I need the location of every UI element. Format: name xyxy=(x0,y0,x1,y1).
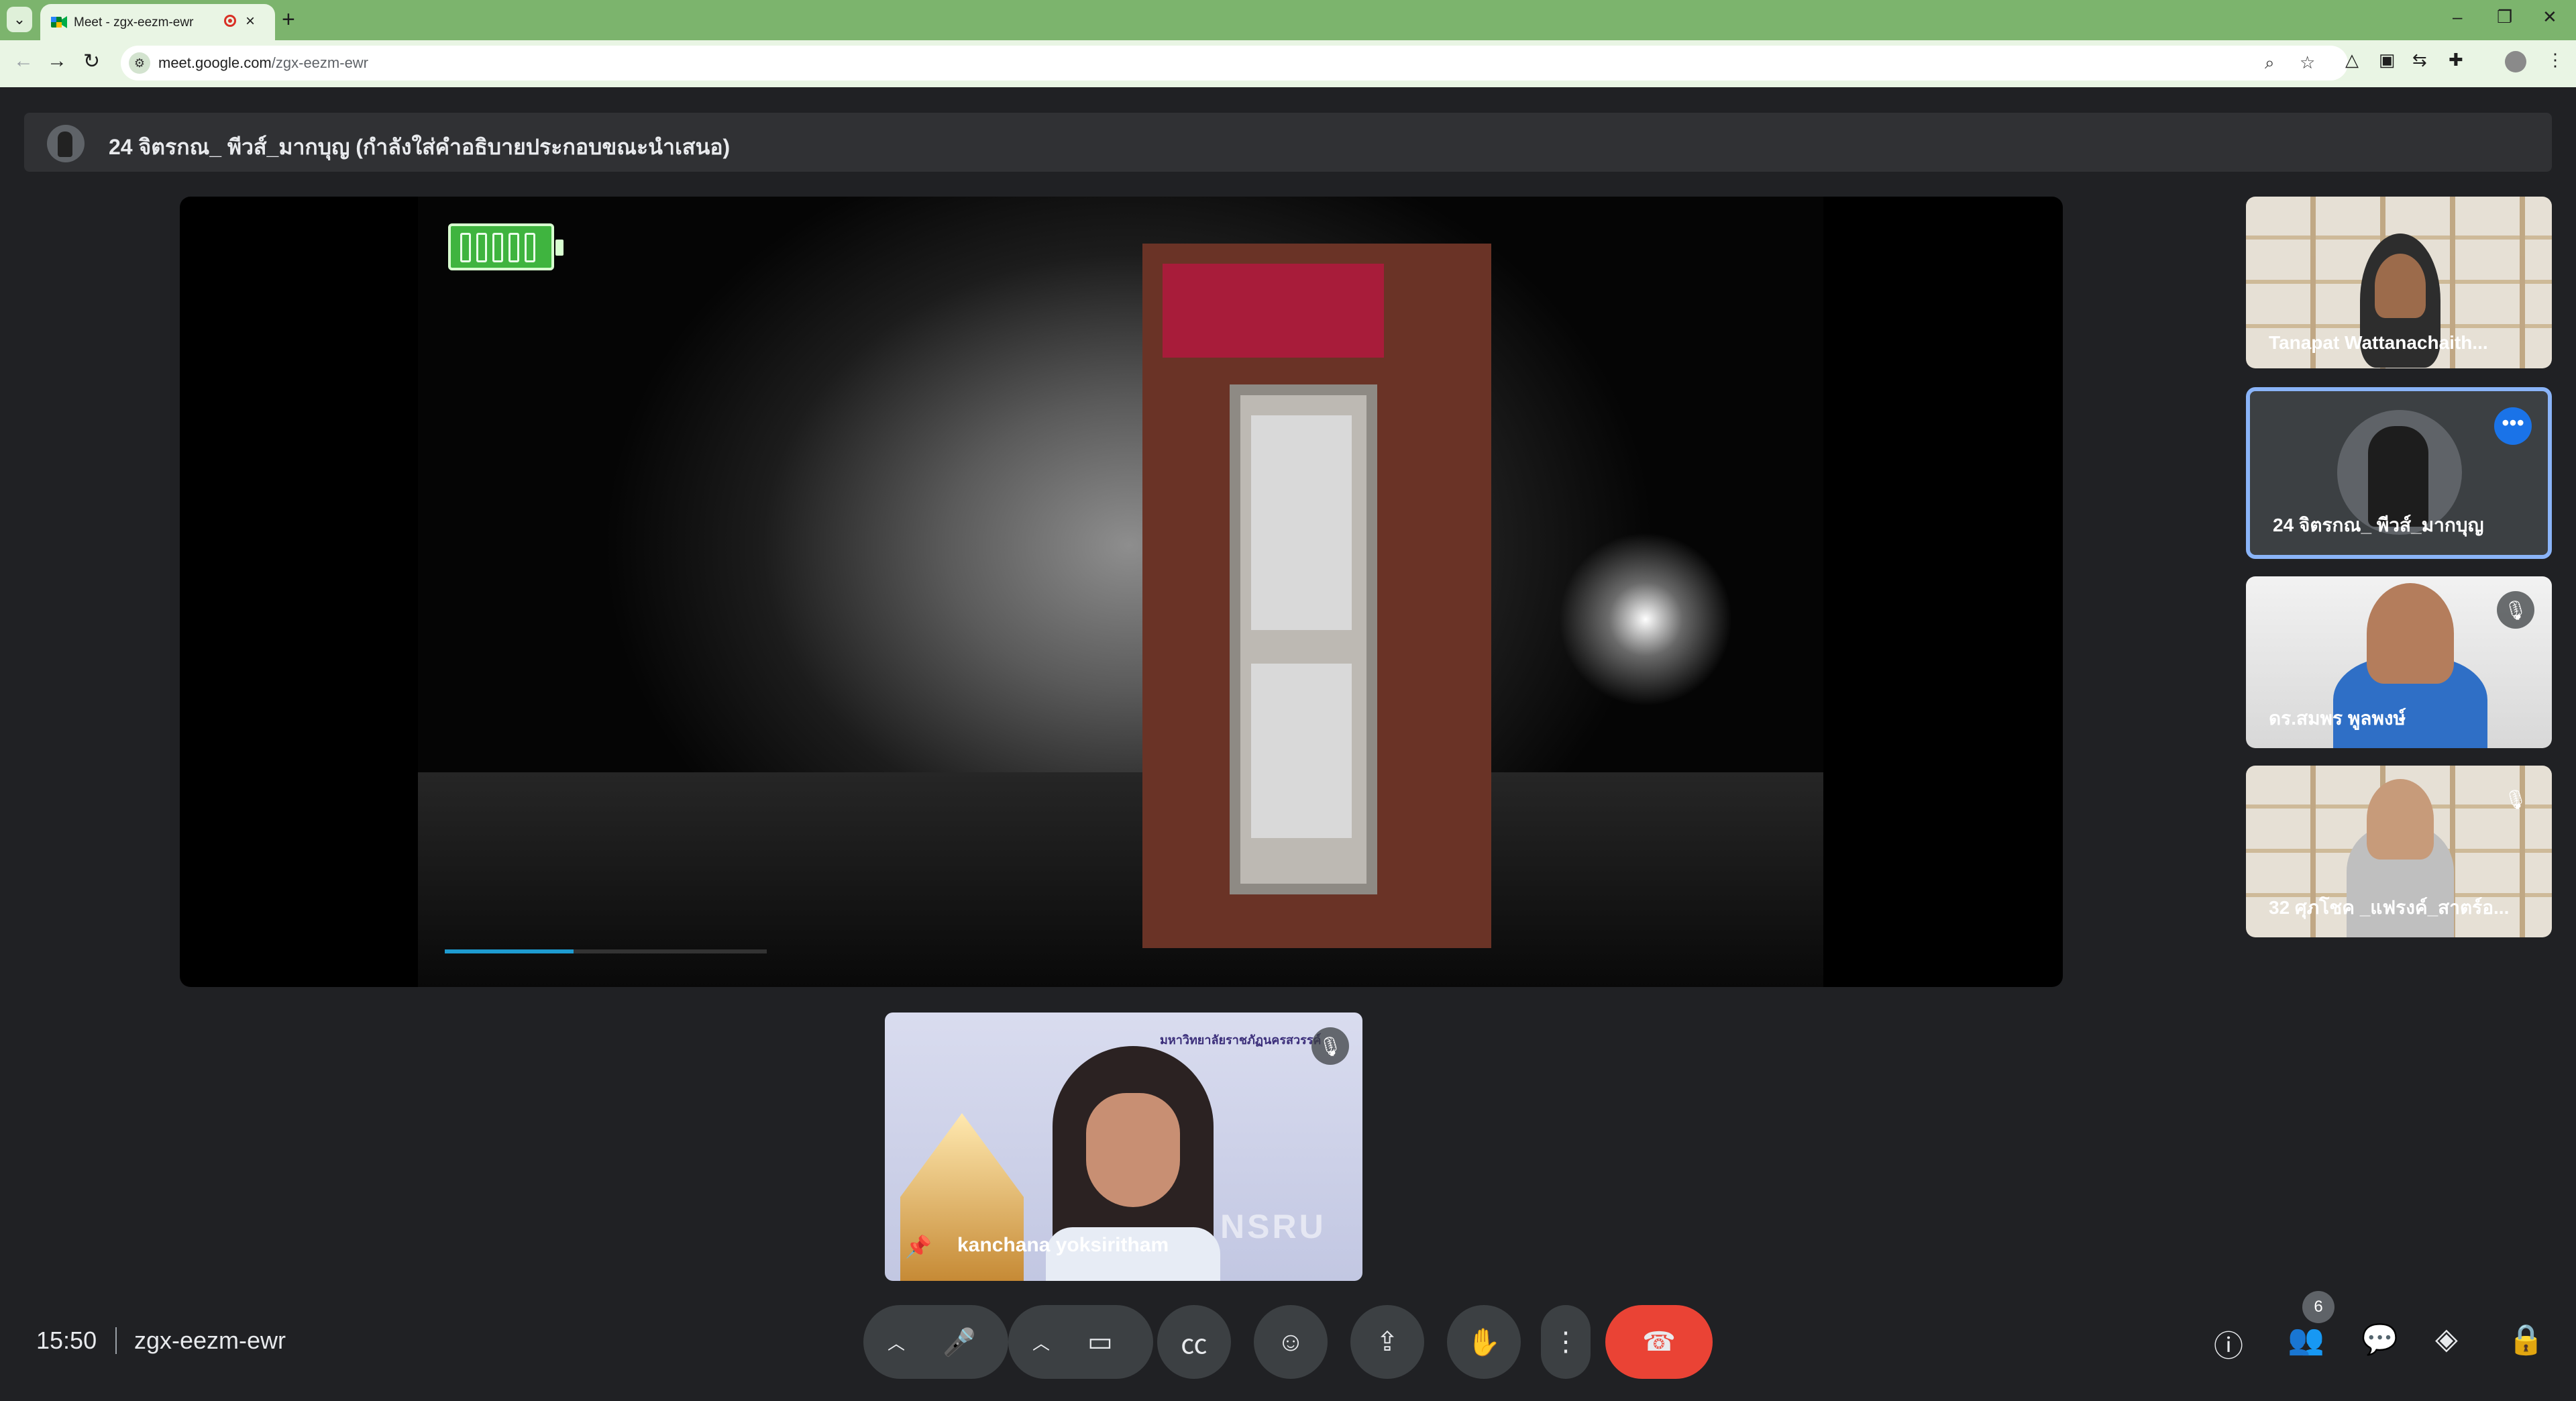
participant-tile[interactable]: 🎙 ดร.สมพร พูลพงษ์ xyxy=(2246,576,2552,748)
microphone-control: ︿ 🎤 xyxy=(863,1305,1008,1379)
presentation-stage[interactable] xyxy=(180,197,2063,987)
tab-search-chevron-icon[interactable]: ⌄ xyxy=(7,7,32,32)
profile-avatar[interactable] xyxy=(2505,51,2526,72)
more-options-button[interactable]: ⋮ xyxy=(1541,1305,1591,1379)
scene-floor xyxy=(418,772,1823,987)
site-info-icon[interactable]: ⚙ xyxy=(129,52,150,74)
translate-extension-icon[interactable]: ⇆ xyxy=(2412,50,2427,70)
url-path: /zgx-eezm-ewr xyxy=(271,54,369,71)
more-vert-icon: ⋮ xyxy=(1552,1327,1579,1357)
extensions-puzzle-icon[interactable]: ✚ xyxy=(2449,50,2463,70)
people-count-badge: 6 xyxy=(2302,1291,2334,1323)
scene-door xyxy=(1230,384,1377,894)
activities-icon[interactable]: ◈ xyxy=(2435,1322,2458,1356)
url-text[interactable]: meet.google.com/zgx-eezm-ewr xyxy=(158,54,368,72)
minimize-button[interactable]: – xyxy=(2453,7,2462,28)
mic-off-icon: 🎙 xyxy=(2497,591,2534,629)
university-logo: มหาวิทยาลัยราชภัฏนครสวรรค์ xyxy=(1160,1033,1322,1047)
mic-off-icon: 🎙 xyxy=(1311,1027,1349,1065)
camera-icon[interactable]: ▭ xyxy=(1087,1327,1113,1357)
hand-icon: ✋ xyxy=(1467,1327,1501,1357)
people-icon[interactable]: 👥 xyxy=(2288,1322,2324,1357)
present-button[interactable]: ⇪ xyxy=(1350,1305,1424,1379)
restore-button[interactable]: ❐ xyxy=(2497,7,2512,28)
reload-button[interactable]: ↻ xyxy=(83,50,100,73)
new-tab-button[interactable]: + xyxy=(282,7,295,33)
presenter-banner: 24 จิตรกณ_ พีวส์_มากบุญ (กำลังใส่คำอธิบา… xyxy=(24,113,2552,172)
presenter-banner-text: 24 จิตรกณ_ พีวส์_มากบุญ (กำลังใส่คำอธิบา… xyxy=(109,135,731,159)
bookmark-star-icon[interactable]: ☆ xyxy=(2300,52,2315,73)
microphone-icon[interactable]: 🎤 xyxy=(943,1327,976,1358)
participant-name: 24 จิตรกณ_ พีวส์_มากบุญ xyxy=(2273,515,2484,535)
captions-button[interactable]: ㏄ xyxy=(1157,1305,1231,1379)
mic-off-icon: 🎙 xyxy=(2504,788,2528,810)
google-meet-icon xyxy=(51,16,67,28)
meeting-clock: 15:50 xyxy=(36,1327,97,1354)
battery-icon xyxy=(448,223,564,270)
host-controls-lock-icon[interactable]: 🔒 xyxy=(2508,1322,2544,1357)
chat-icon[interactable]: 💬 xyxy=(2361,1322,2398,1357)
tab-title: Meet - zgx-eezm-ewr xyxy=(74,15,194,30)
tab-close-icon[interactable]: × xyxy=(246,12,255,31)
door-red-panel xyxy=(1163,264,1384,358)
background-watermark: NSRU xyxy=(1220,1208,1326,1245)
extension-icon-2[interactable]: ▣ xyxy=(2379,50,2396,70)
camera-control: ︿ ▭ xyxy=(1008,1305,1153,1379)
more-options-icon[interactable]: ••• xyxy=(2494,407,2532,445)
zoom-icon[interactable]: ⌕ xyxy=(2265,52,2275,74)
back-button[interactable]: ← xyxy=(13,50,34,72)
participant-tile-active[interactable]: ••• 24 จิตรกณ_ พีวส์_มากบุญ xyxy=(2246,387,2552,559)
present-screen-icon: ⇪ xyxy=(1376,1327,1399,1357)
browser-tab-strip: ⌄ Meet - zgx-eezm-ewr × + – ❐ ✕ xyxy=(0,0,2576,40)
audio-options-chevron-icon[interactable]: ︿ xyxy=(888,1330,905,1355)
game-progress-fill xyxy=(445,949,574,953)
emoji-icon: ☺ xyxy=(1277,1327,1305,1357)
presenter-avatar xyxy=(47,125,85,162)
raise-hand-button[interactable]: ✋ xyxy=(1447,1305,1521,1379)
participant-tile[interactable]: Tanapat Wattanachaith... xyxy=(2246,197,2552,368)
phone-hangup-icon: ☎ xyxy=(1642,1327,1676,1357)
participant-name: ดร.สมพร พูลพงษ์ xyxy=(2269,708,2406,729)
divider xyxy=(115,1327,117,1354)
participant-name: 32 ศุภโชค _แฟรงค์_สาตร์อ... xyxy=(2269,897,2510,918)
browser-menu-icon[interactable]: ⋮ xyxy=(2546,50,2564,70)
browser-toolbar: ← → ↻ ⚙ meet.google.com/zgx-eezm-ewr ⌕ ☆ xyxy=(0,40,2576,87)
flashlight-glare xyxy=(1558,532,1733,707)
drive-extension-icon[interactable]: △ xyxy=(2345,50,2359,70)
game-progress-bar xyxy=(445,949,767,953)
close-window-button[interactable]: ✕ xyxy=(2542,7,2557,28)
meeting-info-icon[interactable]: ⓘ xyxy=(2214,1322,2243,1365)
participant-tile[interactable]: 🎙 32 ศุภโชค _แฟรงค์_สาตร์อ... xyxy=(2246,766,2552,937)
pinned-participant-tile[interactable]: มหาวิทยาลัยราชภัฏนครสวรรค์ NSRU 🎙 📌 kanc… xyxy=(885,1013,1362,1281)
video-options-chevron-icon[interactable]: ︿ xyxy=(1032,1330,1050,1355)
recording-indicator-icon xyxy=(224,15,236,27)
url-host: meet.google.com xyxy=(158,54,272,71)
meeting-code: zgx-eezm-ewr xyxy=(134,1327,286,1354)
forward-button[interactable]: → xyxy=(47,50,67,72)
address-bar[interactable]: ⚙ meet.google.com/zgx-eezm-ewr ⌕ ☆ xyxy=(121,46,2348,81)
reactions-button[interactable]: ☺ xyxy=(1254,1305,1328,1379)
participant-name: kanchana yoksiritham xyxy=(957,1234,1169,1256)
tab-meet[interactable]: Meet - zgx-eezm-ewr × xyxy=(40,4,275,40)
captions-icon: ㏄ xyxy=(1181,1330,1208,1359)
leave-call-button[interactable]: ☎ xyxy=(1605,1305,1713,1379)
pin-icon[interactable]: 📌 xyxy=(905,1234,932,1259)
participant-name: Tanapat Wattanachaith... xyxy=(2269,332,2488,353)
shared-screen-game-view xyxy=(418,197,1823,987)
